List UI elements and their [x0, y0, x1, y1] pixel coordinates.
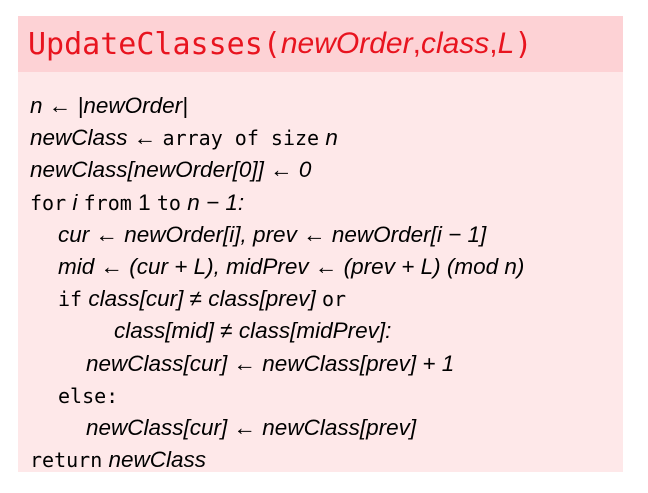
- code-keyword: array of size: [162, 126, 320, 151]
- code-keyword: for: [30, 190, 67, 215]
- code-line: if class[cur] ≠ class[prev] or: [30, 283, 623, 315]
- code-line: mid ← (cur + L), midPrev ← (prev + L) (m…: [58, 253, 525, 279]
- code-keyword: from: [83, 190, 132, 215]
- code-keyword: if: [58, 287, 83, 312]
- code-text: n − 1:: [180, 189, 245, 215]
- code-line: class[mid] ≠ class[midPrev]:: [114, 318, 392, 344]
- argument-l: L: [497, 27, 515, 60]
- code-line: n ← |newOrder|: [30, 93, 188, 118]
- code-keyword: to: [156, 190, 181, 215]
- algorithm-body: n ← |newOrder| newClass ← array of size …: [18, 72, 623, 476]
- argument-neworder: newOrder: [280, 27, 413, 60]
- function-name: UpdateClasses: [28, 26, 263, 62]
- code-keyword: or: [322, 287, 347, 312]
- algorithm-header: UpdateClasses(newOrder, class, L): [18, 16, 623, 72]
- code-line: for i from 1 to n − 1:: [30, 187, 623, 219]
- close-paren: ): [514, 26, 533, 62]
- code-line: cur ← newOrder[i], prev ← newOrder[i − 1…: [58, 221, 487, 247]
- code-line: return newClass: [30, 444, 623, 476]
- code-text: class[cur] ≠ class[prev]: [82, 286, 323, 312]
- code-line: newClass[newOrder[0]] ← 0: [30, 157, 312, 183]
- open-paren: (: [262, 26, 281, 62]
- code-text: newClass: [102, 447, 207, 473]
- code-keyword: else:: [58, 383, 119, 408]
- code-text: i: [66, 189, 84, 215]
- code-text: newClass ←: [30, 125, 163, 151]
- code-line: newClass[cur] ← newClass[prev]: [86, 414, 417, 440]
- argument-separator: ,: [489, 27, 498, 60]
- code-text: n: [319, 125, 338, 151]
- code-keyword: return: [30, 448, 103, 473]
- code-line: newClass ← array of size n: [30, 122, 623, 154]
- code-line: newClass[cur] ← newClass[prev] + 1: [86, 350, 455, 376]
- algorithm-box: UpdateClasses(newOrder, class, L) n ← |n…: [18, 16, 623, 472]
- code-line: else:: [30, 380, 623, 412]
- argument-class: class: [420, 27, 490, 60]
- code-text: 1: [131, 189, 157, 215]
- argument-separator: ,: [412, 27, 421, 60]
